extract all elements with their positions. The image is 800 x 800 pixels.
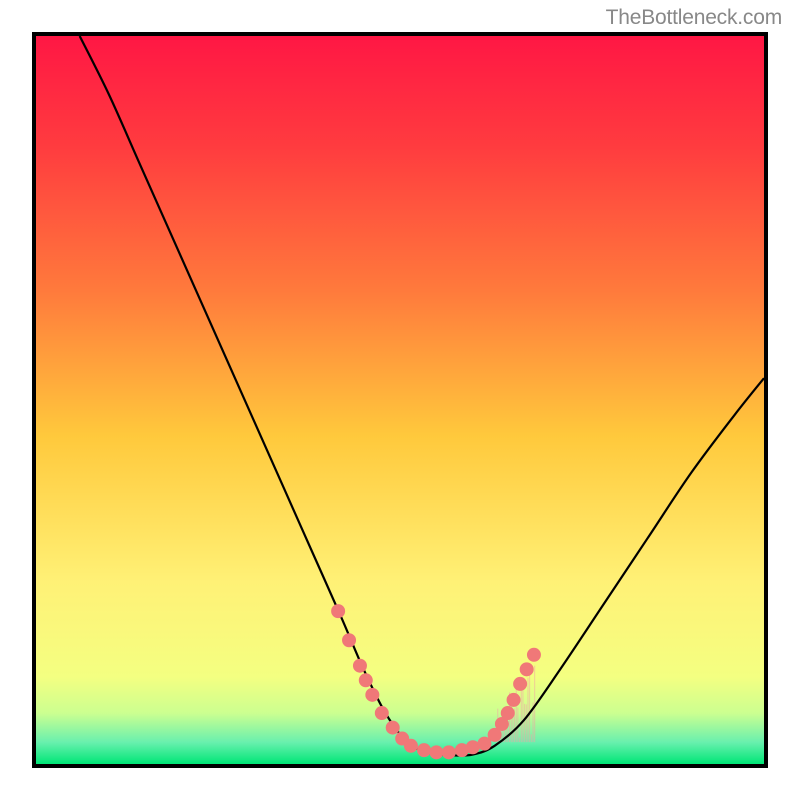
data-marker [375,707,388,720]
data-marker [366,688,379,701]
data-marker [359,674,372,687]
watermark-text: TheBottleneck.com [606,6,782,30]
data-marker [478,737,491,750]
data-marker [501,707,514,720]
data-marker [430,746,443,759]
data-marker [514,677,527,690]
chart-container: TheBottleneck.com [0,0,800,800]
data-marker [386,721,399,734]
data-marker [442,746,455,759]
chart-svg [36,36,764,764]
chart-background [36,36,764,764]
data-marker [418,744,431,757]
data-marker [353,659,366,672]
data-marker [332,605,345,618]
data-marker [520,663,533,676]
data-marker [404,739,417,752]
plot-frame [32,32,768,768]
data-marker [527,648,540,661]
data-marker [507,693,520,706]
data-marker [466,741,479,754]
data-marker [343,634,356,647]
